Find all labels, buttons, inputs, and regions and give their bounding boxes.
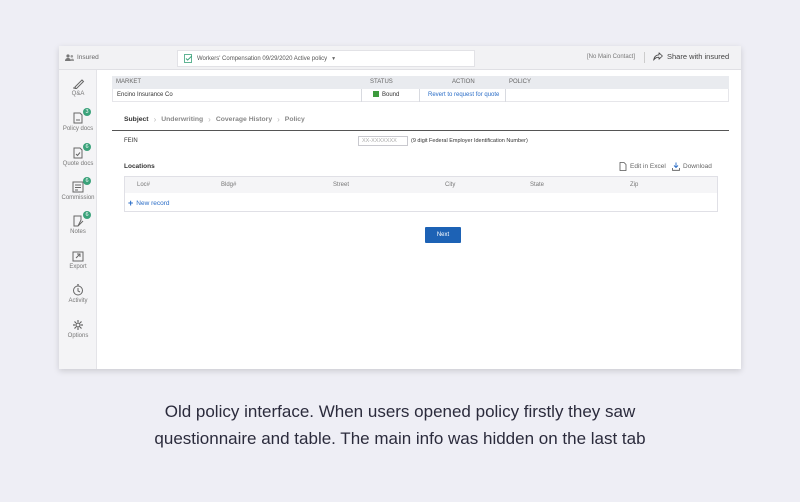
status-badge: Bound xyxy=(373,89,399,102)
chevron-right-icon: › xyxy=(153,115,157,124)
locations-table-header: Loc# Bldg# Street City State Zip xyxy=(125,177,717,193)
people-icon xyxy=(65,54,74,61)
divider xyxy=(644,52,645,63)
sidebar-item-qa[interactable]: Q&A xyxy=(59,77,97,97)
insured-label: Insured xyxy=(77,54,99,61)
chevron-down-icon: ▼ xyxy=(331,55,337,62)
fein-field[interactable]: XX-XXXXXXX xyxy=(358,136,408,146)
divider xyxy=(419,89,420,102)
table-row: Encino Insurance Co Bound Revert to requ… xyxy=(112,89,729,102)
insured-link[interactable]: Insured xyxy=(65,54,99,61)
badge: 3 xyxy=(83,108,91,116)
main-contact-link[interactable]: [No Main Contact] xyxy=(587,54,635,60)
document-check-icon xyxy=(184,54,193,63)
download-label: Download xyxy=(683,163,712,170)
sidebar-item-label: Notes xyxy=(70,229,86,235)
locations-table: Loc# Bldg# Street City State Zip + New r… xyxy=(124,176,718,212)
sidebar-item-label: Activity xyxy=(68,298,88,304)
next-button[interactable]: Next xyxy=(425,227,461,243)
top-bar: Insured Workers' Compensation 09/29/2020… xyxy=(59,46,741,70)
fein-help-text: (9 digit Federal Employer Identification… xyxy=(411,138,528,144)
sidebar-item-notes[interactable]: 6 Notes xyxy=(59,211,97,235)
column-header-loc: Loc# xyxy=(137,182,151,188)
sidebar-item-label: Export xyxy=(69,264,87,270)
app-window: Insured Workers' Compensation 09/29/2020… xyxy=(59,46,741,369)
column-header-street: Street xyxy=(333,182,350,188)
download-icon xyxy=(672,162,680,171)
caption-line-2: questionnaire and table. The main info w… xyxy=(154,429,646,448)
share-icon xyxy=(653,52,663,61)
badge: 6 xyxy=(83,211,91,219)
sidebar-item-activity[interactable]: Activity xyxy=(59,284,97,304)
download-button[interactable]: Download xyxy=(672,162,712,171)
revert-link[interactable]: Revert to request for quote xyxy=(428,89,499,102)
sidebar-item-options[interactable]: Options xyxy=(59,319,97,339)
tab-coverage-history[interactable]: Coverage History xyxy=(216,116,272,123)
divider xyxy=(505,89,506,102)
market-table-header: MARKET STATUS ACTION POLICY xyxy=(112,76,729,89)
caption: Old policy interface. When users opened … xyxy=(0,398,800,452)
activity-icon xyxy=(73,284,83,296)
sidebar-item-policy-docs[interactable]: 3 Policy docs xyxy=(59,108,97,132)
status-dot xyxy=(373,91,379,97)
share-button[interactable]: Share with insured xyxy=(653,52,729,61)
column-header-bldg: Bldg# xyxy=(221,182,237,188)
column-header-action: ACTION xyxy=(452,79,475,85)
new-record-button[interactable]: + New record xyxy=(128,198,170,208)
chevron-right-icon: › xyxy=(208,115,211,124)
column-header-policy: POLICY xyxy=(509,79,532,85)
badge: 6 xyxy=(83,177,91,185)
divider xyxy=(361,89,362,102)
tab-underwriting[interactable]: Underwriting xyxy=(161,116,203,123)
badge: 6 xyxy=(83,143,91,151)
caption-line-1: Old policy interface. When users opened … xyxy=(164,402,636,421)
column-header-city: City xyxy=(445,182,456,188)
export-icon xyxy=(72,251,84,262)
sidebar-item-quote-docs[interactable]: 6 Quote docs xyxy=(59,143,97,167)
sidebar-item-export[interactable]: Export xyxy=(59,250,97,270)
column-header-state: State xyxy=(530,182,545,188)
column-header-market: MARKET xyxy=(116,79,142,85)
share-label: Share with insured xyxy=(667,52,730,61)
market-name: Encino Insurance Co xyxy=(117,92,173,98)
status-text: Bound xyxy=(382,92,400,98)
edit-in-excel-label: Edit in Excel xyxy=(630,163,666,170)
document-icon xyxy=(619,162,627,171)
gear-icon xyxy=(73,320,83,330)
qa-icon xyxy=(73,79,85,89)
divider xyxy=(112,130,729,131)
sidebar-item-label: Options xyxy=(67,333,89,339)
sidebar-item-label: Policy docs xyxy=(62,126,94,132)
plus-icon: + xyxy=(128,198,134,208)
fein-label: FEIN xyxy=(124,138,138,144)
new-record-label: New record xyxy=(136,200,170,207)
column-header-status: STATUS xyxy=(370,79,393,85)
sidebar-item-label: Quote docs xyxy=(62,161,94,167)
sidebar-item-commission[interactable]: 6 Commission xyxy=(59,177,97,201)
sidebar-item-label: Commission xyxy=(61,195,95,201)
sidebar-item-label: Q&A xyxy=(71,91,85,97)
chevron-right-icon: › xyxy=(277,115,280,124)
edit-in-excel-button[interactable]: Edit in Excel xyxy=(619,162,666,171)
policy-selector[interactable]: Workers' Compensation 09/29/2020 Active … xyxy=(177,50,475,67)
sidebar: Q&A 3 Policy docs 6 Quote docs 6 Commiss… xyxy=(59,70,97,369)
locations-title: Locations xyxy=(124,163,155,170)
tab-subject[interactable]: Subject xyxy=(124,116,149,123)
policy-selector-label: Workers' Compensation 09/29/2020 Active … xyxy=(197,55,328,62)
tab-bar: Subject › Underwriting › Coverage Histor… xyxy=(124,115,305,124)
column-header-zip: Zip xyxy=(630,182,639,188)
tab-policy[interactable]: Policy xyxy=(285,116,305,123)
